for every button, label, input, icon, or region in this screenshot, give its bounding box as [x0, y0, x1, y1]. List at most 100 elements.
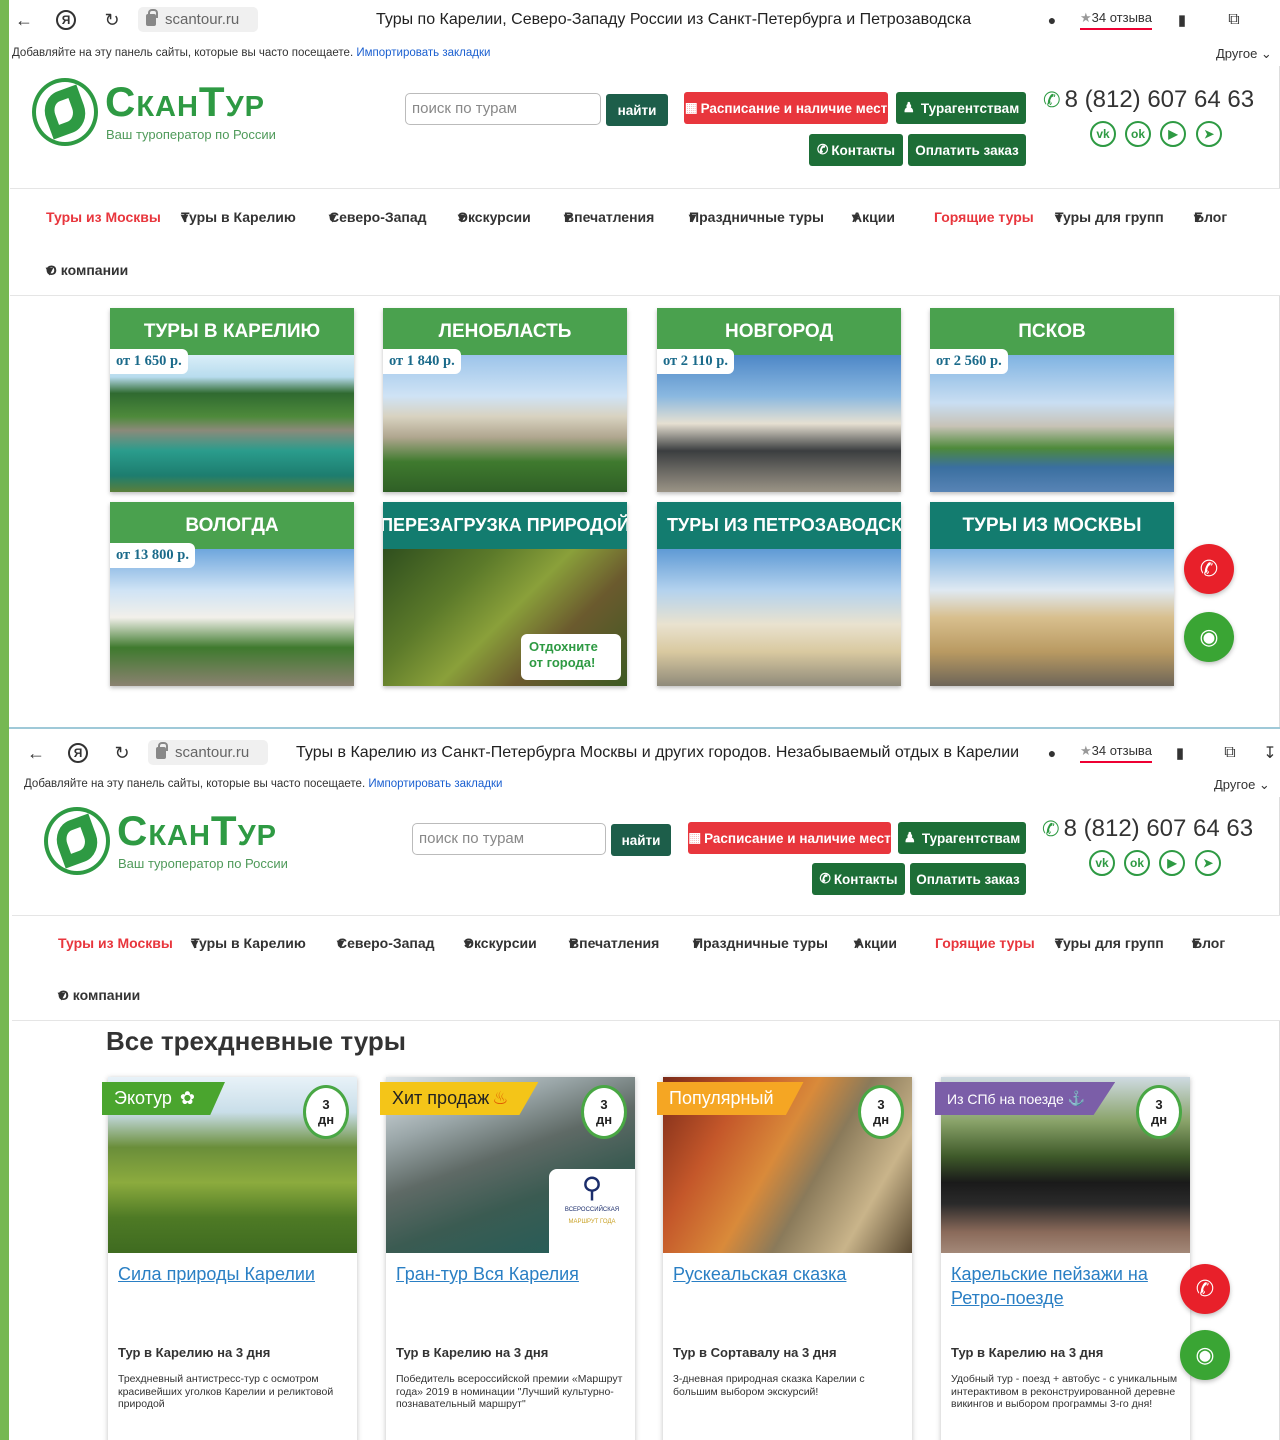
- reviews-link[interactable]: ★34 отзыва: [1080, 10, 1152, 30]
- reload-icon[interactable]: ↻: [110, 741, 134, 765]
- contacts-button[interactable]: ✆ Контакты: [812, 863, 905, 895]
- nav-excursions[interactable]: Экскурсии ▾: [458, 209, 531, 226]
- nav-about[interactable]: О компании ▾: [58, 987, 140, 1004]
- pay-button[interactable]: Оплатить заказ: [908, 134, 1026, 166]
- nav-northwest[interactable]: Северо-Запад ▾: [337, 935, 435, 952]
- back-icon[interactable]: ←: [24, 741, 48, 765]
- chat-icon[interactable]: ◉: [1180, 1330, 1230, 1380]
- tour-title[interactable]: Рускеальская сказка: [673, 1262, 901, 1286]
- tile-novgorod[interactable]: НОВГОРОД от 2 110 р.: [657, 308, 901, 492]
- odnoklassniki-icon[interactable]: ok: [1124, 850, 1150, 876]
- nav-moscow[interactable]: Туры из Москвы: [58, 935, 173, 951]
- nav-karelia[interactable]: Туры в Карелию ▾: [191, 935, 306, 952]
- days-badge: 3 дн: [858, 1085, 904, 1139]
- odnoklassniki-icon[interactable]: ok: [1125, 121, 1151, 147]
- bookmark-icon[interactable]: ▮: [1168, 741, 1192, 765]
- nav-impressions[interactable]: Впечатления ▾: [569, 935, 659, 952]
- reload-icon[interactable]: ↻: [100, 8, 124, 32]
- tile-moscow[interactable]: ТУРЫ ИЗ МОСКВЫ: [930, 502, 1174, 686]
- tour-title[interactable]: Карельские пейзажи на Ретро-поезде: [951, 1262, 1179, 1310]
- nav-excursions[interactable]: Экскурсии ▾: [464, 935, 537, 952]
- tile-petrozavodsk[interactable]: ТУРЫ ИЗ ПЕТРОЗАВОДСКА: [657, 502, 901, 686]
- tour-card[interactable]: Из СПб на поезде ⚓ 3 дн Карельские пейзажи…: [935, 1077, 1190, 1440]
- nav-moscow[interactable]: Туры из Москвы: [46, 209, 161, 225]
- tour-card[interactable]: ⚲ ВСЕРОССИЙСКАЯ МАРШРУТ ГОДА Хит продаж ♨…: [380, 1077, 635, 1440]
- tile-vologda[interactable]: ВОЛОГДА от 13 800 р.: [110, 502, 354, 686]
- tour-card[interactable]: Экотур ✿ 3 дн Сила природы Карелии Тур в К…: [102, 1077, 357, 1440]
- protect-icon[interactable]: ●: [1040, 741, 1064, 765]
- download-icon[interactable]: ↧: [1258, 741, 1280, 765]
- nav-groups[interactable]: Туры для групп ▾: [1055, 935, 1164, 952]
- vk-icon[interactable]: vk: [1089, 850, 1115, 876]
- reviews-link[interactable]: ★34 отзыва: [1080, 743, 1152, 763]
- reader-icon[interactable]: ⧉: [1218, 741, 1242, 765]
- other-bookmarks[interactable]: Другое ⌄: [1214, 777, 1270, 793]
- import-bookmarks-link[interactable]: Импортировать закладки: [356, 47, 490, 59]
- search-input[interactable]: поиск по турам: [412, 823, 606, 855]
- telegram-icon[interactable]: ➤: [1195, 850, 1221, 876]
- telegram-icon[interactable]: ➤: [1196, 121, 1222, 147]
- schedule-button[interactable]: ▦ Расписание и наличие мест: [684, 92, 888, 124]
- reader-icon[interactable]: ⧉: [1222, 8, 1246, 32]
- tour-card[interactable]: Популярный 3 дн Рускеальская сказка Тур в…: [657, 1077, 912, 1440]
- chat-icon[interactable]: ◉: [1184, 612, 1234, 662]
- nav-karelia[interactable]: Туры в Карелию ▾: [181, 209, 296, 226]
- nav-hot[interactable]: Горящие туры: [934, 209, 1034, 225]
- contacts-button[interactable]: ✆ Контакты: [809, 134, 903, 166]
- nav-blog[interactable]: Блог ▾: [1194, 209, 1227, 226]
- search-input[interactable]: поиск по турам: [405, 93, 601, 125]
- nav-blog[interactable]: Блог ▾: [1192, 935, 1225, 952]
- protect-icon[interactable]: ●: [1040, 8, 1064, 32]
- agents-button[interactable]: ♟ Турагентствам: [898, 822, 1026, 854]
- call-icon[interactable]: ✆: [1184, 544, 1234, 594]
- nav-holiday[interactable]: Праздничные туры ▾: [693, 935, 828, 952]
- nav-about[interactable]: О компании ▾: [46, 262, 128, 279]
- nav-northwest[interactable]: Северо-Запад ▾: [329, 209, 427, 226]
- youtube-icon[interactable]: ▶: [1159, 850, 1185, 876]
- tour-title[interactable]: Гран-тур Вся Карелия: [396, 1262, 624, 1286]
- nav-deals[interactable]: Акции ▾: [854, 935, 897, 952]
- address-bar[interactable]: scantour.ru: [138, 7, 258, 32]
- tour-title[interactable]: Сила природы Карелии: [118, 1262, 346, 1286]
- bookmarks-prompt: Добавляйте на эту панель сайты, которые …: [12, 47, 354, 59]
- search-button[interactable]: найти: [606, 94, 668, 126]
- bookmark-icon[interactable]: ▮: [1170, 8, 1194, 32]
- logo-name[interactable]: СканТур: [105, 78, 265, 126]
- agents-button[interactable]: ♟ Турагентствам: [896, 92, 1026, 124]
- other-bookmarks[interactable]: Другое ⌄: [1216, 46, 1272, 62]
- schedule-button[interactable]: ▦ Расписание и наличие мест: [688, 822, 891, 854]
- tour-badge: Из СПб на поезде ⚓: [935, 1082, 1116, 1115]
- nav-groups[interactable]: Туры для групп ▾: [1055, 209, 1164, 226]
- tour-description: Победитель всероссийской премии «Маршрут…: [396, 1373, 623, 1410]
- phone-number[interactable]: ✆ 8 (812) 607 64 63: [1042, 815, 1253, 843]
- yandex-icon[interactable]: Я: [56, 10, 76, 30]
- logo-icon[interactable]: [32, 78, 98, 146]
- site: СканТур Ваш туроператор по России поиск …: [12, 797, 1280, 1440]
- call-icon[interactable]: ✆: [1180, 1264, 1230, 1314]
- address-bar[interactable]: scantour.ru: [148, 740, 268, 765]
- screenshot-top: ← Я ↻ scantour.ru Туры по Карелии, Север…: [0, 0, 1280, 727]
- pay-button[interactable]: Оплатить заказ: [910, 863, 1026, 895]
- tour-badge: Экотур ✿: [102, 1082, 225, 1115]
- yandex-icon[interactable]: Я: [68, 743, 88, 763]
- fire-icon: ♨: [492, 1088, 509, 1108]
- vk-icon[interactable]: vk: [1090, 121, 1116, 147]
- tile-lenoblast[interactable]: ЛЕНОБЛАСТЬ от 1 840 р.: [383, 308, 627, 492]
- nav-impressions[interactable]: Впечатления ▾: [564, 209, 654, 226]
- tile-title: ПЕРЕЗАГРУЗКА ПРИРОДОЙ: [383, 502, 627, 549]
- phone-number[interactable]: ✆ 8 (812) 607 64 63: [1043, 86, 1254, 114]
- nav-hot[interactable]: Горящие туры: [935, 935, 1035, 951]
- nav-deals[interactable]: Акции ▾: [852, 209, 895, 226]
- back-icon[interactable]: ←: [12, 8, 36, 32]
- nav-holiday[interactable]: Праздничные туры ▾: [689, 209, 824, 226]
- tile-pskov[interactable]: ПСКОВ от 2 560 р.: [930, 308, 1174, 492]
- search-button[interactable]: найти: [611, 824, 671, 856]
- nav-excursions-label: Экскурсии: [458, 209, 531, 225]
- logo-icon[interactable]: [44, 807, 110, 875]
- tile-nature[interactable]: ПЕРЕЗАГРУЗКА ПРИРОДОЙ Отдохните от города…: [383, 502, 627, 686]
- youtube-icon[interactable]: ▶: [1160, 121, 1186, 147]
- import-bookmarks-link[interactable]: Импортировать закладки: [368, 778, 502, 790]
- logo-name[interactable]: СканТур: [117, 807, 277, 855]
- schedule-label: Расписание и наличие мест: [700, 100, 888, 116]
- tile-karelia[interactable]: ТУРЫ В КАРЕЛИЮ от 1 650 р.: [110, 308, 354, 492]
